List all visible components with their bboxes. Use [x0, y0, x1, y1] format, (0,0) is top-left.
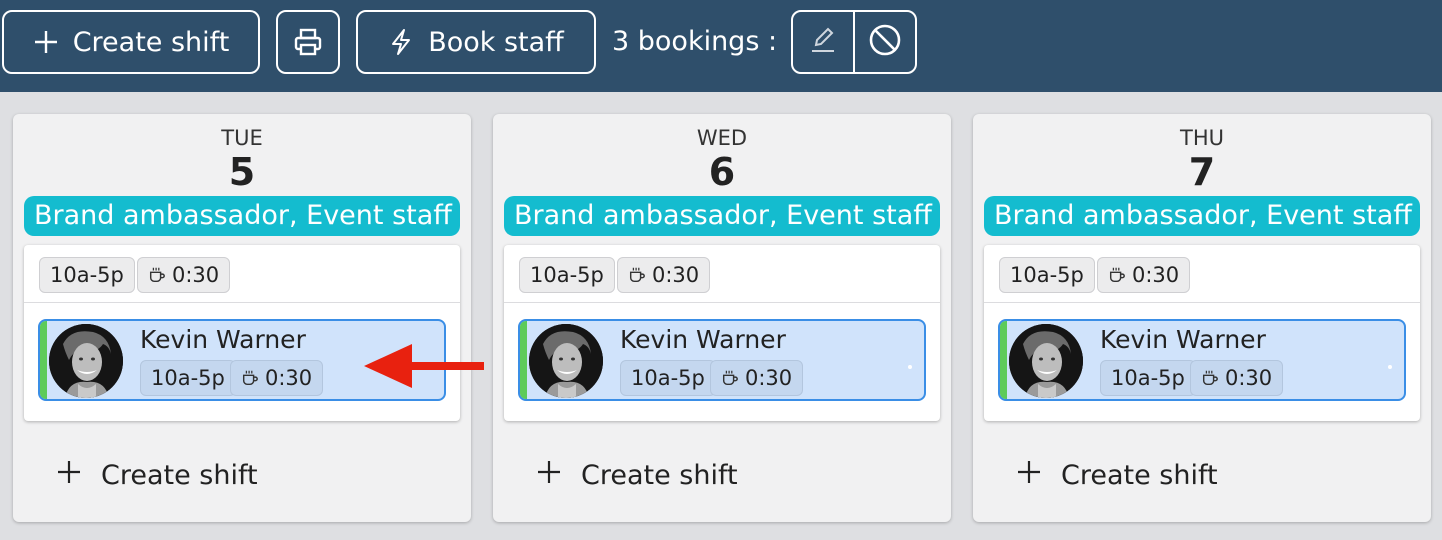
- avatar: [529, 324, 603, 398]
- bookings-count: 3 bookings :: [612, 26, 778, 57]
- create-shift-text: Create shift: [1061, 460, 1218, 491]
- indicator-dot: [908, 365, 912, 369]
- create-shift-button[interactable]: Create shift: [2, 10, 260, 74]
- divider: [504, 302, 940, 303]
- day-name: TUE: [221, 126, 263, 150]
- divider: [984, 302, 1420, 303]
- role-banner[interactable]: Brand ambassador, Event staff: [984, 196, 1420, 236]
- create-shift-text: Create shift: [101, 460, 258, 491]
- coffee-cup-icon: [721, 369, 739, 387]
- break-duration: 0:30: [172, 263, 220, 287]
- booking-card[interactable]: Kevin Warner 10a-5p 0:30: [518, 319, 926, 401]
- day-column-wed: WED 6 Brand ambassador, Event staff 10a-…: [493, 114, 951, 522]
- create-shift-label: Create shift: [72, 26, 230, 58]
- indicator-dot: [1388, 365, 1392, 369]
- edit-icon: [808, 25, 838, 59]
- booking-break: 0:30: [745, 366, 793, 390]
- status-bar: [40, 321, 47, 399]
- create-shift-link[interactable]: Create shift: [1017, 460, 1218, 491]
- booking-break-chip: 0:30: [710, 360, 804, 396]
- shift-time: 10a-5p: [50, 263, 124, 287]
- break-chip: 0:30: [137, 257, 231, 293]
- book-staff-button[interactable]: Book staff: [356, 10, 596, 74]
- shift-card[interactable]: 10a-5p 0:30 Kevin Warner 10a-5p 0:30: [24, 245, 460, 421]
- booking-time: 10a-5p: [631, 366, 705, 390]
- coffee-cup-icon: [628, 266, 646, 284]
- coffee-cup-icon: [241, 369, 259, 387]
- plus-icon: [1017, 460, 1041, 491]
- break-duration: 0:30: [1132, 263, 1180, 287]
- print-icon: [293, 27, 323, 57]
- shift-time: 10a-5p: [1010, 263, 1084, 287]
- day-name: WED: [696, 126, 748, 150]
- shift-time-chip: 10a-5p: [39, 257, 135, 293]
- create-shift-text: Create shift: [581, 460, 738, 491]
- booking-break: 0:30: [1225, 366, 1273, 390]
- booking-time-chip: 10a-5p: [620, 360, 716, 396]
- avatar: [49, 324, 123, 398]
- break-chip: 0:30: [617, 257, 711, 293]
- staff-name: Kevin Warner: [1100, 325, 1266, 354]
- cancel-bookings-button[interactable]: [853, 12, 915, 72]
- top-toolbar: Create shift Book staff 3 bookings :: [0, 0, 1442, 92]
- divider: [24, 302, 460, 303]
- day-number: 5: [228, 150, 256, 194]
- coffee-cup-icon: [1201, 369, 1219, 387]
- shift-card[interactable]: 10a-5p 0:30 Kevin Warner 10a-5p 0:30: [504, 245, 940, 421]
- day-number: 7: [1188, 150, 1216, 194]
- day-column-tue: TUE 5 Brand ambassador, Event staff 10a-…: [13, 114, 471, 522]
- edit-bookings-button[interactable]: [793, 12, 853, 72]
- annotation-arrow-icon: [364, 344, 484, 388]
- book-staff-label: Book staff: [428, 26, 564, 58]
- plus-icon: [537, 460, 561, 491]
- break-chip: 0:30: [1097, 257, 1191, 293]
- booking-time-chip: 10a-5p: [1100, 360, 1196, 396]
- break-duration: 0:30: [652, 263, 700, 287]
- shift-time: 10a-5p: [530, 263, 604, 287]
- shift-time-chip: 10a-5p: [999, 257, 1095, 293]
- avatar: [1009, 324, 1083, 398]
- bookings-action-group: [791, 10, 917, 74]
- day-name: THU: [1180, 126, 1224, 150]
- day-column-thu: THU 7 Brand ambassador, Event staff 10a-…: [973, 114, 1431, 522]
- booking-break-chip: 0:30: [1190, 360, 1284, 396]
- booking-card[interactable]: Kevin Warner 10a-5p 0:30: [998, 319, 1406, 401]
- print-button[interactable]: [276, 10, 340, 74]
- status-bar: [1000, 321, 1007, 399]
- booking-time: 10a-5p: [151, 366, 225, 390]
- booking-time-chip: 10a-5p: [140, 360, 236, 396]
- staff-name: Kevin Warner: [620, 325, 786, 354]
- cancel-icon: [868, 23, 902, 61]
- plus-icon: [57, 460, 81, 491]
- role-banner[interactable]: Brand ambassador, Event staff: [24, 196, 460, 236]
- role-banner[interactable]: Brand ambassador, Event staff: [504, 196, 940, 236]
- lightning-icon: [388, 28, 414, 56]
- create-shift-link[interactable]: Create shift: [57, 460, 258, 491]
- coffee-cup-icon: [1108, 266, 1126, 284]
- booking-break-chip: 0:30: [230, 360, 324, 396]
- create-shift-link[interactable]: Create shift: [537, 460, 738, 491]
- plus-icon: [33, 29, 59, 55]
- day-number: 6: [708, 150, 736, 194]
- status-bar: [520, 321, 527, 399]
- coffee-cup-icon: [148, 266, 166, 284]
- booking-break: 0:30: [265, 366, 313, 390]
- shift-card[interactable]: 10a-5p 0:30 Kevin Warner 10a-5p 0:30: [984, 245, 1420, 421]
- staff-name: Kevin Warner: [140, 325, 306, 354]
- booking-time: 10a-5p: [1111, 366, 1185, 390]
- shift-time-chip: 10a-5p: [519, 257, 615, 293]
